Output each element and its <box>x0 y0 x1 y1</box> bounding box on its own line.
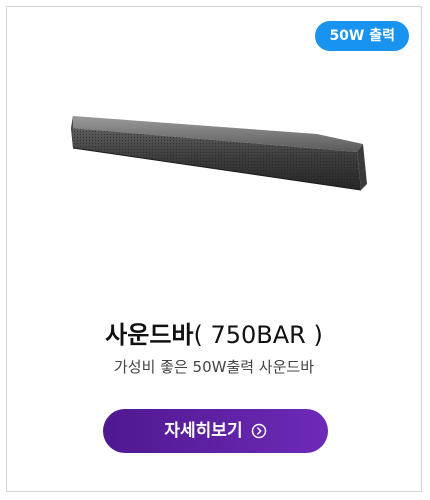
soundbar-image <box>67 112 373 202</box>
view-details-button[interactable]: 자세히보기 <box>103 409 328 453</box>
product-name: 사운드바 <box>105 321 194 349</box>
product-title: 사운드바( 750BAR ) <box>7 319 421 351</box>
product-model: ( 750BAR ) <box>193 321 323 349</box>
product-card: 50W 출력 사운드바(750BAR) 가성비 좋은 50W출력 사운드바 … <box>6 6 422 492</box>
output-badge: 50W 출력 <box>315 21 409 51</box>
product-description: 가성비 좋은 50W출력 사운드바 <box>113 358 315 376</box>
view-details-label: 자세히보기 <box>164 421 243 441</box>
chevron-right-circle-icon <box>251 423 267 439</box>
